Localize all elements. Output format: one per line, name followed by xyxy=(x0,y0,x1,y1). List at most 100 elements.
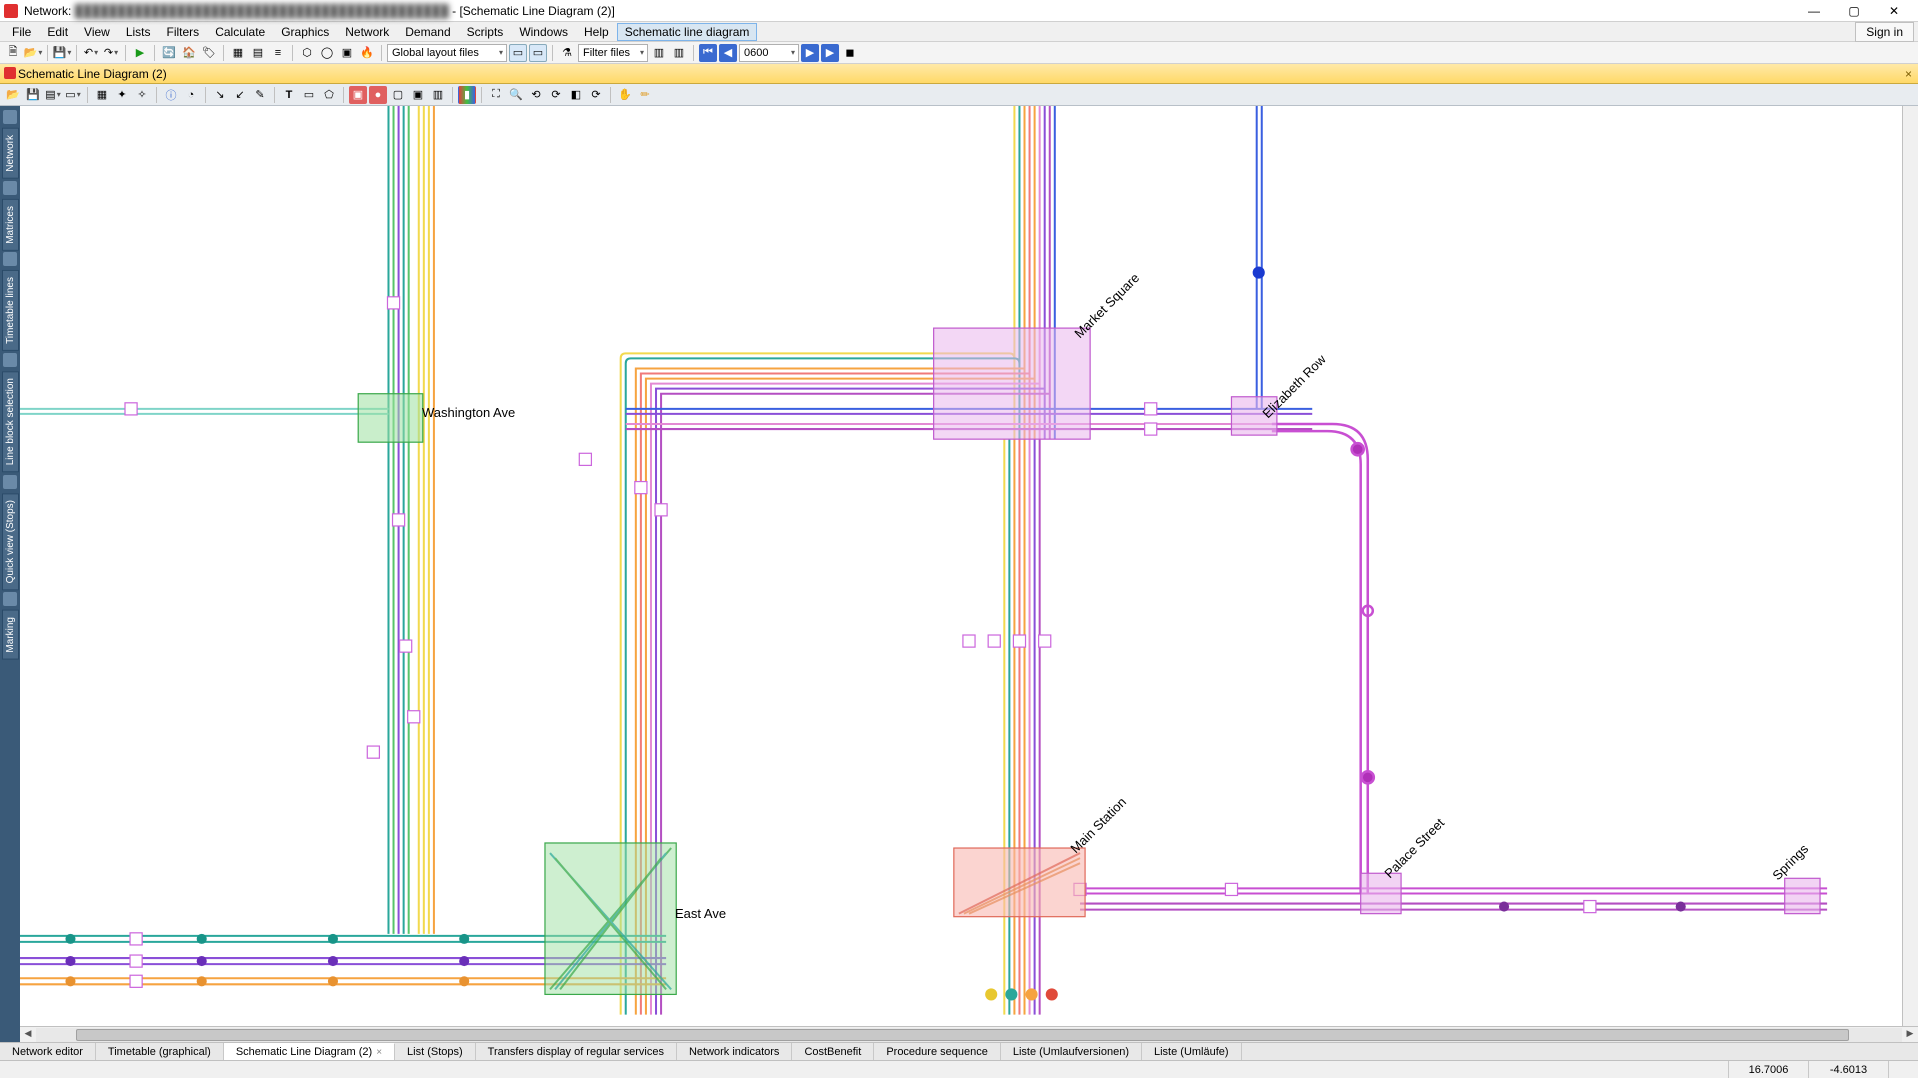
open-icon[interactable]: 📂 xyxy=(24,44,42,62)
menu-view[interactable]: View xyxy=(76,23,118,41)
diagram-canvas[interactable] xyxy=(20,106,1918,1035)
time-first-icon[interactable]: ⏮ xyxy=(699,44,717,62)
red1-icon[interactable]: ▣ xyxy=(349,86,367,104)
run-icon[interactable]: ▶ xyxy=(131,44,149,62)
scroll-thumb[interactable] xyxy=(76,1029,1849,1041)
menu-scripts[interactable]: Scripts xyxy=(459,23,512,41)
layout-a-icon[interactable]: ▭ xyxy=(509,44,527,62)
station-springs[interactable] xyxy=(1785,878,1820,913)
menu-file[interactable]: File xyxy=(4,23,39,41)
circle-icon[interactable]: ◯ xyxy=(318,44,336,62)
left-tab-network[interactable]: Network xyxy=(2,128,19,179)
reload-icon[interactable]: 🔄 xyxy=(160,44,178,62)
layer-icon[interactable]: ▤ xyxy=(44,86,62,104)
open2-icon[interactable]: 📂 xyxy=(4,86,22,104)
info-icon[interactable]: ⓘ xyxy=(162,86,180,104)
link1-icon[interactable]: ↘ xyxy=(211,86,229,104)
station-washington[interactable] xyxy=(358,394,423,442)
text-icon[interactable]: T xyxy=(280,86,298,104)
bottom-tab-schematic[interactable]: Schematic Line Diagram (2)× xyxy=(224,1043,395,1060)
redo-icon[interactable]: ↷ xyxy=(102,44,120,62)
filter-a-icon[interactable]: ▥ xyxy=(650,44,668,62)
signin-button[interactable]: Sign in xyxy=(1855,22,1914,42)
flame-icon[interactable]: 🔥 xyxy=(358,44,376,62)
document-tab[interactable]: Schematic Line Diagram (2) xyxy=(18,67,167,81)
sq3-icon[interactable]: ▥ xyxy=(429,86,447,104)
maximize-button[interactable]: ▢ xyxy=(1834,0,1874,22)
menu-filters[interactable]: Filters xyxy=(159,23,208,41)
scroll-right-icon[interactable]: ▶ xyxy=(1902,1028,1918,1042)
grid2-icon[interactable]: ▤ xyxy=(249,44,267,62)
bottom-tab-umlaeufe[interactable]: Liste (Umläufe) xyxy=(1142,1043,1242,1060)
bottom-tab-umlaufversionen[interactable]: Liste (Umlaufversionen) xyxy=(1001,1043,1142,1060)
bottom-tab-list-stops[interactable]: List (Stops) xyxy=(395,1043,476,1060)
new-icon[interactable]: 🗎 xyxy=(4,44,22,62)
time-next-icon[interactable]: ▶ xyxy=(801,44,819,62)
left-tab-marking[interactable]: Marking xyxy=(2,610,19,660)
time-combo[interactable]: 0600 xyxy=(739,44,799,62)
zoom-in-icon[interactable]: 🔍 xyxy=(507,86,525,104)
rect-icon[interactable]: ▭ xyxy=(300,86,318,104)
edit-icon[interactable]: ✎ xyxy=(251,86,269,104)
left-tab-matrices[interactable]: Matrices xyxy=(2,199,19,251)
horizontal-scrollbar[interactable]: ◀ ▶ xyxy=(20,1026,1918,1042)
station-palace[interactable] xyxy=(1361,873,1401,913)
filter-files-combo[interactable]: Filter files xyxy=(578,44,648,62)
label-icon[interactable]: 🏷 xyxy=(200,44,218,62)
grid1-icon[interactable]: ▦ xyxy=(229,44,247,62)
red2-icon[interactable]: ● xyxy=(369,86,387,104)
bottom-tab-procedure[interactable]: Procedure sequence xyxy=(874,1043,1001,1060)
measure-icon[interactable]: ◔ xyxy=(182,86,200,104)
save-icon[interactable]: 💾 xyxy=(53,44,71,62)
time-stop-icon[interactable]: ◼ xyxy=(841,44,859,62)
sq2-icon[interactable]: ▣ xyxy=(409,86,427,104)
menu-lists[interactable]: Lists xyxy=(118,23,159,41)
menu-edit[interactable]: Edit xyxy=(39,23,76,41)
filter-icon[interactable]: ⚗ xyxy=(558,44,576,62)
left-tab-quickview[interactable]: Quick view (Stops) xyxy=(2,493,19,590)
menu-windows[interactable]: Windows xyxy=(511,23,576,41)
zoom-prev-icon[interactable]: ⟲ xyxy=(527,86,545,104)
time-prev-icon[interactable]: ◀ xyxy=(719,44,737,62)
filter-b-icon[interactable]: ▥ xyxy=(670,44,688,62)
zoom-sel-icon[interactable]: ◧ xyxy=(567,86,585,104)
bottom-tab-timetable[interactable]: Timetable (graphical) xyxy=(96,1043,224,1060)
bottom-tab-indicators[interactable]: Network indicators xyxy=(677,1043,792,1060)
view-icon[interactable]: ▭ xyxy=(64,86,82,104)
close-button[interactable]: ✕ xyxy=(1874,0,1914,22)
bottom-tab-transfers[interactable]: Transfers display of regular services xyxy=(476,1043,677,1060)
grid3-icon[interactable]: ▦ xyxy=(93,86,111,104)
poly-icon[interactable]: ⬠ xyxy=(320,86,338,104)
box-icon[interactable]: ▣ xyxy=(338,44,356,62)
refresh-icon[interactable]: ⟳ xyxy=(587,86,605,104)
vertical-scrollbar[interactable] xyxy=(1902,106,1918,1026)
save2-icon[interactable]: 💾 xyxy=(24,86,42,104)
bottom-tab-costbenefit[interactable]: CostBenefit xyxy=(792,1043,874,1060)
document-tab-close-icon[interactable]: × xyxy=(1905,67,1912,81)
left-tab-timetable[interactable]: Timetable lines xyxy=(2,270,19,351)
layout-b-icon[interactable]: ▭ xyxy=(529,44,547,62)
list-icon[interactable]: ≡ xyxy=(269,44,287,62)
pencil-icon[interactable]: ✏ xyxy=(636,86,654,104)
bottom-tab-network-editor[interactable]: Network editor xyxy=(0,1043,96,1060)
undo-icon[interactable]: ↶ xyxy=(82,44,100,62)
node-icon[interactable]: ⬡ xyxy=(298,44,316,62)
global-layout-combo[interactable]: Global layout files xyxy=(387,44,507,62)
menu-network[interactable]: Network xyxy=(337,23,397,41)
zoom-fit-icon[interactable]: ⛶ xyxy=(487,86,505,104)
station-market[interactable] xyxy=(934,328,1090,439)
tool-b-icon[interactable]: ✧ xyxy=(133,86,151,104)
tab-close-icon[interactable]: × xyxy=(376,1047,382,1058)
pan-icon[interactable]: ✋ xyxy=(616,86,634,104)
scroll-left-icon[interactable]: ◀ xyxy=(20,1028,36,1042)
menu-help[interactable]: Help xyxy=(576,23,617,41)
menu-demand[interactable]: Demand xyxy=(397,23,458,41)
colors-icon[interactable]: ▮ xyxy=(458,86,476,104)
menu-graphics[interactable]: Graphics xyxy=(273,23,337,41)
left-tab-lineblock[interactable]: Line block selection xyxy=(2,371,19,472)
minimize-button[interactable]: — xyxy=(1794,0,1834,22)
menu-schematic[interactable]: Schematic line diagram xyxy=(617,23,758,41)
menu-calculate[interactable]: Calculate xyxy=(207,23,273,41)
zoom-next-icon[interactable]: ⟳ xyxy=(547,86,565,104)
link2-icon[interactable]: ↙ xyxy=(231,86,249,104)
